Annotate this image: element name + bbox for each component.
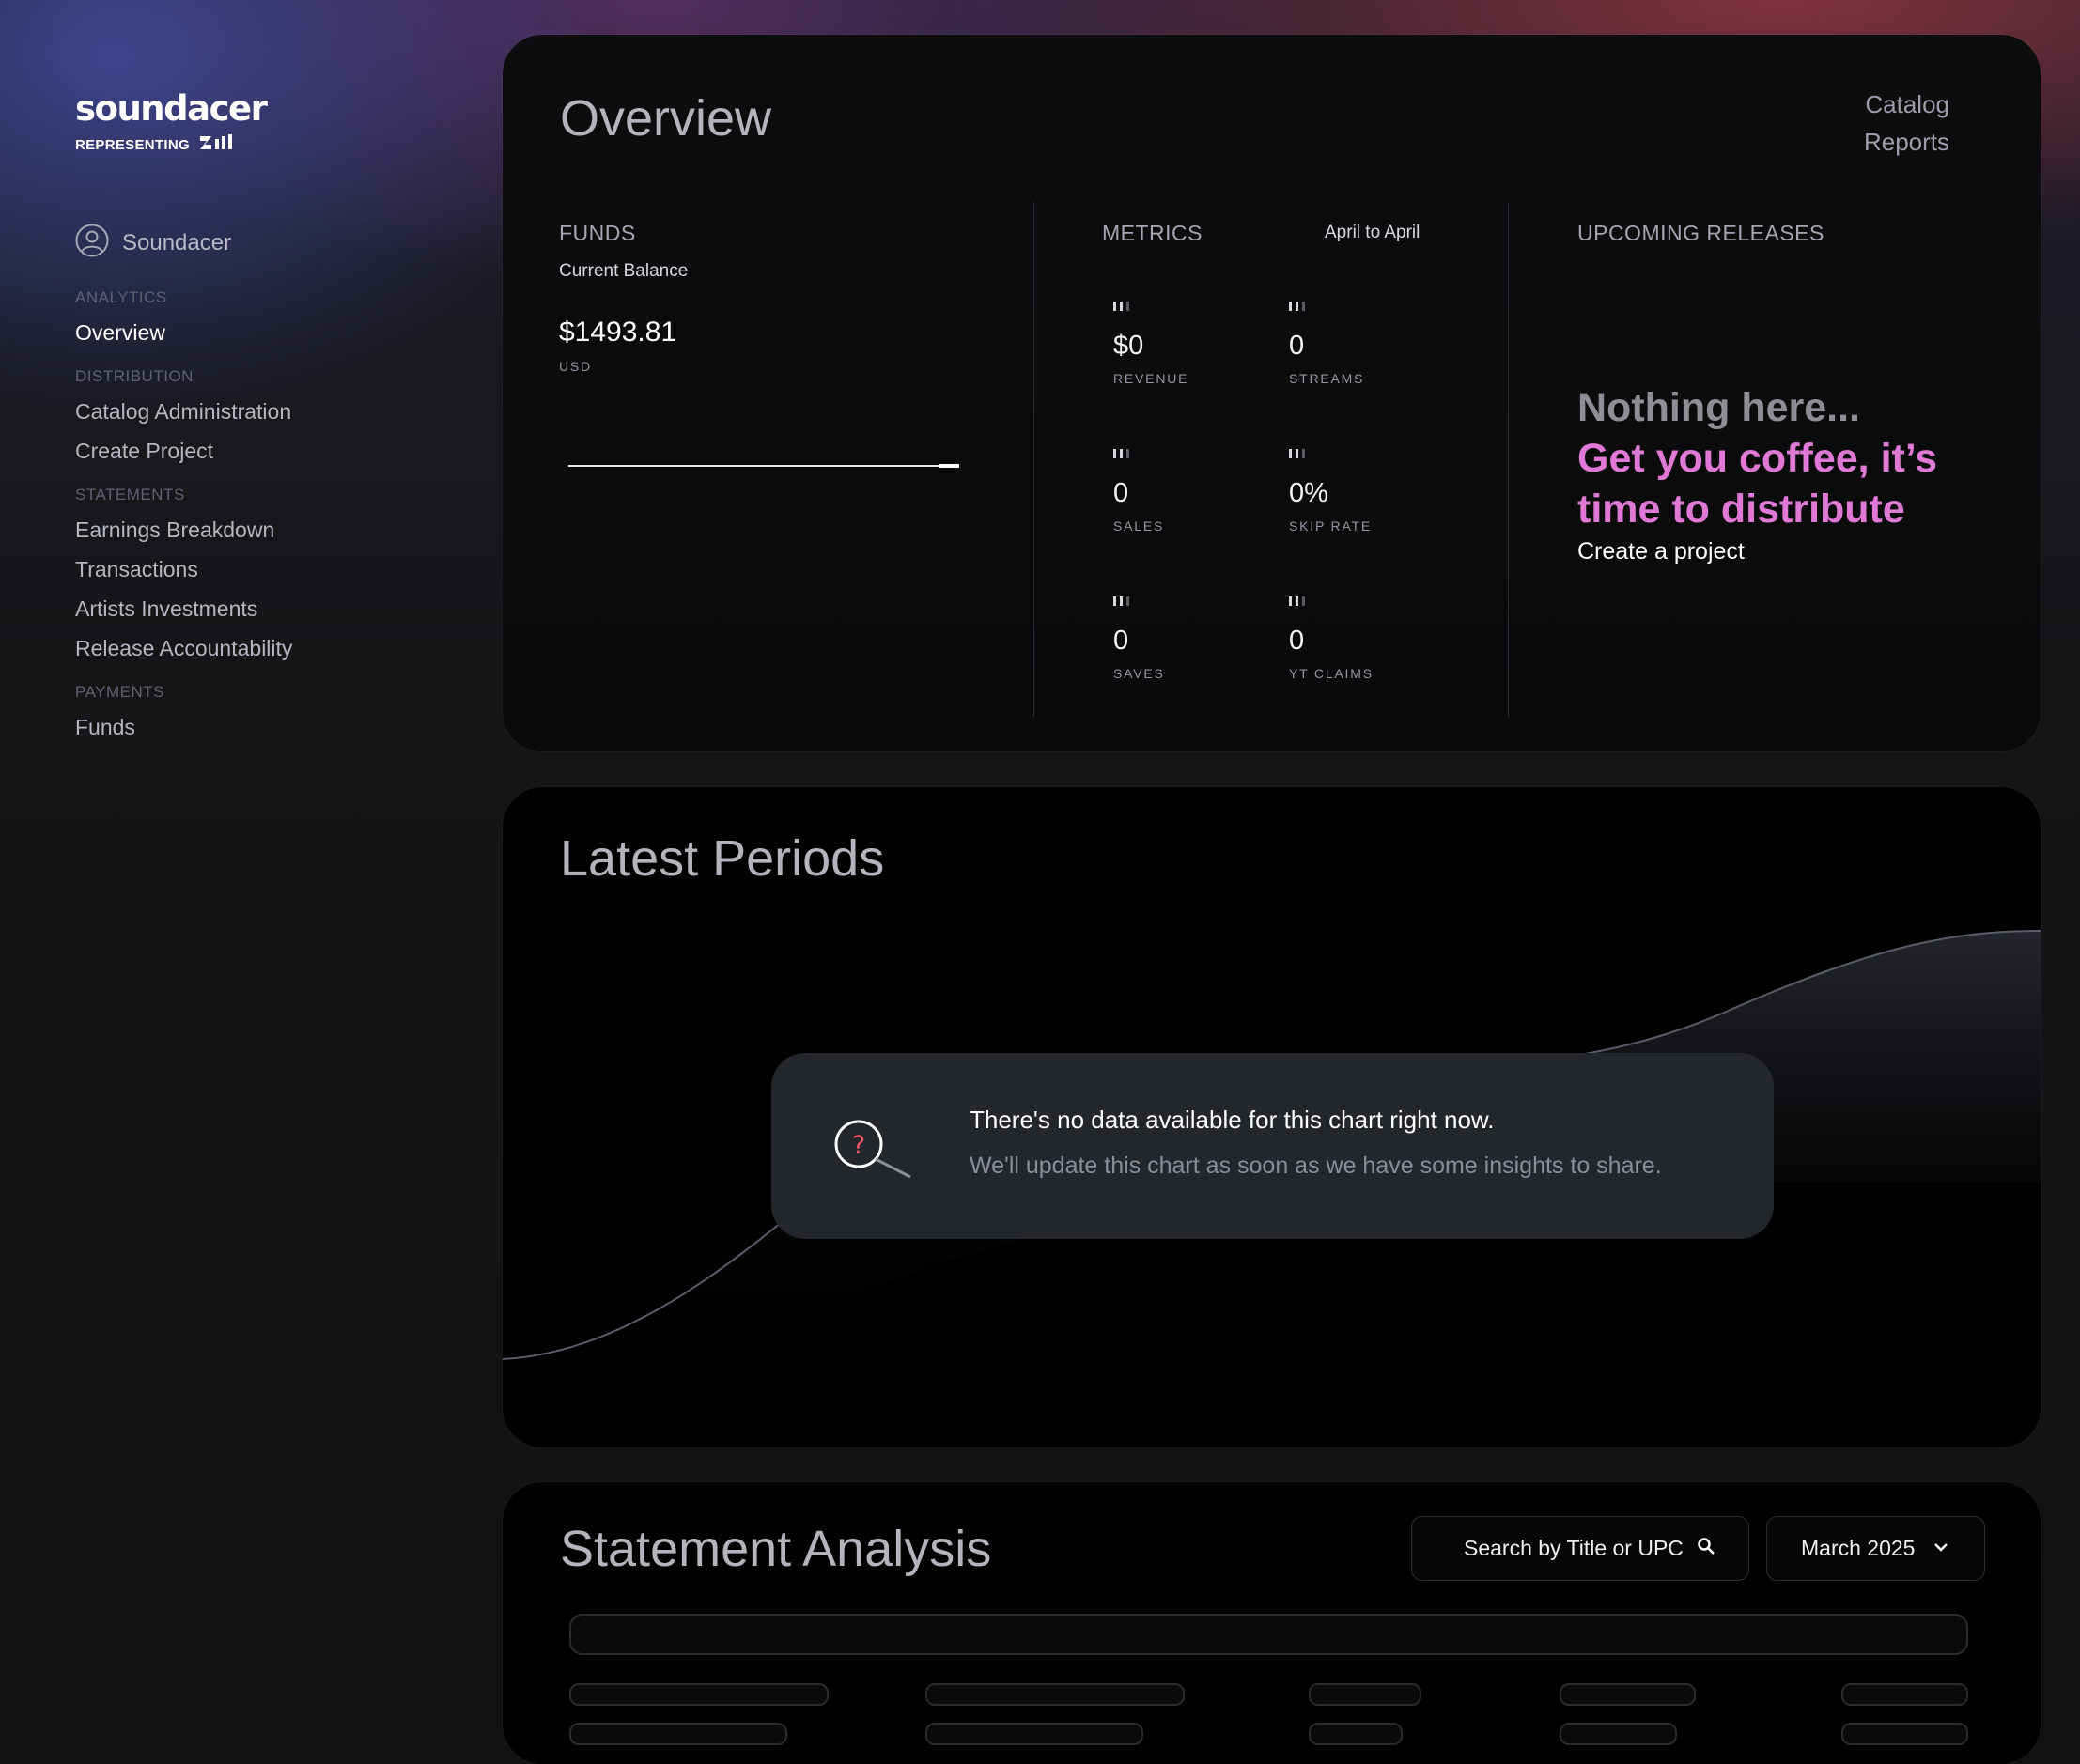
- nav-item-release-accountability[interactable]: Release Accountability: [75, 628, 432, 668]
- metric-value: 0%: [1289, 478, 1328, 508]
- metrics-label: METRICS: [1102, 221, 1203, 245]
- metric-value: 0: [1113, 626, 1129, 656]
- nav-item-funds[interactable]: Funds: [75, 707, 432, 747]
- empty-state-title: Nothing here...: [1577, 385, 1860, 430]
- catalog-link[interactable]: Catalog: [1864, 85, 1949, 123]
- overview-links: Catalog Reports: [1864, 85, 1949, 161]
- balance-sparkline: [568, 464, 959, 468]
- metrics-date-range[interactable]: April to April: [1325, 223, 1420, 243]
- loading-skeleton-cell: [1309, 1683, 1421, 1706]
- latest-periods-title: Latest Periods: [560, 830, 885, 887]
- reports-link[interactable]: Reports: [1864, 123, 1949, 161]
- svg-text:?: ?: [852, 1131, 865, 1160]
- loading-skeleton-cell: [569, 1723, 787, 1745]
- column-divider: [1033, 202, 1034, 717]
- loading-skeleton-cell: [1841, 1723, 1968, 1745]
- metric-caption: SKIP RATE: [1289, 518, 1373, 534]
- brand-representing: REPRESENTING: [75, 137, 190, 153]
- partner-logo-icon: [199, 133, 233, 157]
- metric-bars-icon: [1289, 596, 1458, 608]
- user-name: Soundacer: [122, 229, 232, 255]
- current-balance-label: Current Balance: [559, 261, 689, 281]
- upcoming-empty-state: Nothing here... Get you coffee, it’s tim…: [1577, 382, 1991, 565]
- metric-value: 0: [1289, 331, 1305, 361]
- overview-title: Overview: [560, 90, 772, 147]
- brand-name: soundacer: [75, 88, 268, 129]
- no-data-heading: There's no data available for this chart…: [970, 1106, 1495, 1134]
- balance-currency: USD: [559, 359, 592, 374]
- loading-skeleton-cell: [569, 1683, 829, 1706]
- funds-label: FUNDS: [559, 221, 636, 245]
- chevron-down-icon: [1933, 1540, 1948, 1557]
- overview-card: Overview Catalog Reports FUNDS Current B…: [503, 35, 2041, 751]
- metric-revenue: $0 REVENUE: [1113, 302, 1282, 386]
- nav-section-analytics: ANALYTICS Overview: [75, 288, 432, 352]
- nav-section-title: PAYMENTS: [75, 683, 164, 701]
- nav-section-title: DISTRIBUTION: [75, 367, 194, 385]
- metric-caption: REVENUE: [1113, 371, 1189, 386]
- search-label: Search by Title or UPC: [1464, 1536, 1684, 1560]
- loading-skeleton-cell: [1560, 1683, 1696, 1706]
- metric-yt-claims: 0 YT CLAIMS: [1289, 596, 1458, 681]
- nav-section-payments: PAYMENTS Funds: [75, 683, 432, 747]
- loading-skeleton-cell: [1841, 1683, 1968, 1706]
- search-icon: [1697, 1537, 1715, 1560]
- metric-caption: SAVES: [1113, 666, 1165, 681]
- user-icon: [75, 224, 109, 262]
- metric-value: 0: [1289, 626, 1305, 656]
- balance-amount: $1493.81: [559, 317, 677, 348]
- empty-state-message-line2: time to distribute: [1577, 487, 1905, 532]
- loading-skeleton-bar: [569, 1614, 1968, 1655]
- nav-item-catalog-administration[interactable]: Catalog Administration: [75, 392, 432, 431]
- no-data-message: ? There's no data available for this cha…: [771, 1053, 1774, 1239]
- metric-caption: SALES: [1113, 518, 1165, 534]
- nav-section-distribution: DISTRIBUTION Catalog Administration Crea…: [75, 367, 432, 471]
- metric-saves: 0 SAVES: [1113, 596, 1282, 681]
- nav-section-statements: STATEMENTS Earnings Breakdown Transactio…: [75, 486, 432, 668]
- nav-item-transactions[interactable]: Transactions: [75, 549, 432, 589]
- metric-caption: STREAMS: [1289, 371, 1365, 386]
- metric-value: 0: [1113, 478, 1129, 508]
- brand-logo[interactable]: soundacer REPRESENTING: [75, 90, 432, 165]
- metric-streams: 0 STREAMS: [1289, 302, 1458, 386]
- loading-skeleton-cell: [925, 1683, 1185, 1706]
- metric-bars-icon: [1113, 449, 1282, 460]
- loading-skeleton-cell: [925, 1723, 1143, 1745]
- metric-sales: 0 SALES: [1113, 449, 1282, 534]
- search-button[interactable]: Search by Title or UPC: [1411, 1516, 1749, 1581]
- loading-skeleton-cell: [1309, 1723, 1403, 1745]
- create-project-link[interactable]: Create a project: [1577, 538, 1745, 565]
- metric-value: $0: [1113, 331, 1144, 361]
- nav-item-artists-investments[interactable]: Artists Investments: [75, 589, 432, 628]
- nav-section-title: ANALYTICS: [75, 288, 167, 306]
- metric-bars-icon: [1113, 596, 1282, 608]
- metric-bars-icon: [1289, 449, 1458, 460]
- month-select[interactable]: March 2025: [1766, 1516, 1985, 1581]
- statement-analysis-title: Statement Analysis: [560, 1521, 992, 1577]
- latest-periods-card: Latest Periods ? There's no data availab…: [503, 787, 2041, 1447]
- question-search-icon: ?: [833, 1119, 912, 1184]
- no-data-body: We'll update this chart as soon as we ha…: [970, 1153, 1662, 1179]
- metric-bars-icon: [1289, 302, 1458, 313]
- sidebar: soundacer REPRESENTING Soundacer ANALYTI…: [75, 90, 432, 747]
- metric-bars-icon: [1113, 302, 1282, 313]
- nav-item-earnings-breakdown[interactable]: Earnings Breakdown: [75, 510, 432, 549]
- month-select-value: March 2025: [1801, 1536, 1916, 1560]
- nav-section-title: STATEMENTS: [75, 486, 185, 503]
- empty-state-message-line1: Get you coffee, it’s: [1577, 436, 1938, 481]
- loading-skeleton-cell: [1560, 1723, 1677, 1745]
- metric-caption: YT CLAIMS: [1289, 666, 1374, 681]
- statement-analysis-card: Statement Analysis Search by Title or UP…: [503, 1482, 2041, 1764]
- nav-item-create-project[interactable]: Create Project: [75, 431, 432, 471]
- user-account[interactable]: Soundacer: [75, 224, 432, 262]
- nav-item-overview[interactable]: Overview: [75, 313, 432, 352]
- column-divider: [1508, 202, 1509, 717]
- upcoming-releases-label: UPCOMING RELEASES: [1577, 221, 1824, 245]
- metric-skip-rate: 0% SKIP RATE: [1289, 449, 1458, 534]
